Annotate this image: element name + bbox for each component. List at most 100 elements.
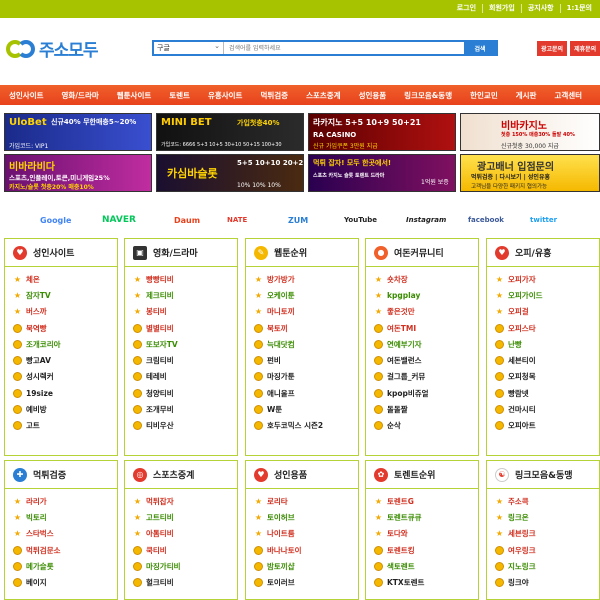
banner-ad[interactable]: UloBet 신규40% 무한매충5~20% 가입코드: VIP1 [4, 113, 152, 151]
signup-link[interactable]: 회원가입 [482, 4, 521, 13]
portal-naver[interactable]: NAVER [102, 215, 136, 225]
list-item[interactable]: ★ 스타벅스 [13, 526, 117, 542]
list-item[interactable]: 북역빵 [13, 320, 117, 336]
list-item[interactable]: 또보자TV [133, 336, 237, 352]
list-item[interactable]: ★ 잠자TV [13, 287, 117, 303]
nav-item-movie-drama[interactable]: 영화/드라마 [62, 90, 99, 101]
list-item[interactable]: W툰 [254, 401, 358, 417]
list-item[interactable]: 헐크티비 [133, 574, 237, 590]
list-item[interactable]: 여돈밸런스 [374, 352, 478, 368]
list-item[interactable]: ★ 토렌트G [374, 493, 478, 509]
portal-google[interactable]: Google [40, 216, 71, 225]
card-header[interactable]: ◎ 스포츠중계 [125, 461, 237, 489]
list-item[interactable]: 지노링크 [495, 558, 599, 574]
list-item[interactable]: KTX토렌트 [374, 574, 478, 590]
banner-ad[interactable]: 비바카지노 첫충 150% 매충30% 돌발 40% 신규첫충 30,000 지… [460, 113, 600, 151]
card-header[interactable]: ✚ 먹튀검증 [5, 461, 117, 489]
list-item[interactable]: 쿡티비 [133, 542, 237, 558]
nav-item-nightlife[interactable]: 유흥사이트 [208, 90, 243, 101]
site-logo[interactable]: 주소모두 [6, 36, 99, 61]
search-input[interactable] [224, 42, 464, 54]
list-item[interactable]: 마징가티비 [133, 558, 237, 574]
list-item[interactable]: 예비방 [13, 401, 117, 417]
search-engine-select[interactable]: 구글 ⌄ [154, 42, 224, 54]
banner-ad[interactable]: 카심바슬롯 5+5 10+10 20+20 10% 10% 10% [156, 154, 304, 192]
partner-inquiry-button[interactable]: 제휴문의 [570, 41, 600, 56]
list-item[interactable]: 조개코리아 [13, 336, 117, 352]
list-item[interactable]: 색토렌트 [374, 558, 478, 574]
card-header[interactable]: ✎ 웹툰순위 [246, 239, 358, 267]
list-item[interactable]: 19size [13, 385, 117, 401]
portal-daum[interactable]: Daum [174, 216, 200, 225]
nav-item-adult-goods[interactable]: 성인용품 [359, 90, 387, 101]
inquiry-link[interactable]: 1:1문의 [559, 4, 598, 13]
list-item[interactable]: 연예부기자 [374, 336, 478, 352]
list-item[interactable]: ★ 제크티비 [133, 287, 237, 303]
list-item[interactable]: ★ 버스까 [13, 304, 117, 320]
banner-ad[interactable]: MINI BET 가입첫충40% 가입코드: 6666 5+3 10+5 30+… [156, 113, 304, 151]
list-item[interactable]: 밤토끼샵 [254, 558, 358, 574]
list-item[interactable]: ★ 방가방가 [254, 271, 358, 287]
nav-item-torrent[interactable]: 토렌트 [169, 90, 190, 101]
list-item[interactable]: ★ 토다와 [374, 526, 478, 542]
list-item[interactable]: ★ 고트티비 [133, 509, 237, 525]
list-item[interactable]: 베이지 [13, 574, 117, 590]
list-item[interactable]: kpop비쥬얼 [374, 385, 478, 401]
banner-ad[interactable]: 라카지노 5+5 10+9 50+21 RA CASINO 신규 가입쿠폰 3만… [308, 113, 456, 151]
list-item[interactable]: 오피스타 [495, 320, 599, 336]
list-item[interactable]: 먹튀검문소 [13, 542, 117, 558]
list-item[interactable]: 청양티비 [133, 385, 237, 401]
nav-item-verification[interactable]: 먹튀검증 [260, 90, 288, 101]
list-item[interactable]: ★ 주소콕 [495, 493, 599, 509]
list-item[interactable]: ★ 체온 [13, 271, 117, 287]
list-item[interactable]: ★ 오케이툰 [254, 287, 358, 303]
list-item[interactable]: 걸그룹_커뮤 [374, 369, 478, 385]
list-item[interactable]: 북토끼 [254, 320, 358, 336]
list-item[interactable]: 오피아트 [495, 418, 599, 434]
portal-twitter[interactable]: twitter [530, 216, 557, 224]
nav-item-support[interactable]: 고객센터 [554, 90, 582, 101]
list-item[interactable]: 호두코믹스 시즌2 [254, 418, 358, 434]
list-item[interactable]: 빵람넷 [495, 385, 599, 401]
list-item[interactable]: ★ 오피걸 [495, 304, 599, 320]
list-item[interactable]: 애니울프 [254, 385, 358, 401]
list-item[interactable]: 메가슬롯 [13, 558, 117, 574]
list-item[interactable]: 토이러브 [254, 574, 358, 590]
list-item[interactable]: ★ 빵빵티비 [133, 271, 237, 287]
list-item[interactable]: 크림티비 [133, 352, 237, 368]
card-header[interactable]: ● 여돈커뮤니티 [366, 239, 478, 267]
search-button[interactable]: 검색 [464, 42, 496, 54]
list-item[interactable]: 티비우산 [133, 418, 237, 434]
list-item[interactable]: 고트 [13, 418, 117, 434]
list-item[interactable]: 마징가툰 [254, 369, 358, 385]
card-header[interactable]: ♥ 성인용품 [246, 461, 358, 489]
card-header[interactable]: ✿ 토렌트순위 [366, 461, 478, 489]
list-item[interactable]: ★ 토렌트큐큐 [374, 509, 478, 525]
list-item[interactable]: 건마시티 [495, 401, 599, 417]
list-item[interactable]: 성시렉커 [13, 369, 117, 385]
list-item[interactable]: ★ 오피가이드 [495, 287, 599, 303]
list-item[interactable]: ★ 먹튀잡자 [133, 493, 237, 509]
list-item[interactable]: 빵고AV [13, 352, 117, 368]
portal-nate[interactable]: NATE [227, 216, 247, 224]
nav-item-board[interactable]: 게시판 [516, 90, 537, 101]
nav-item-webtoon[interactable]: 웹툰사이트 [117, 90, 152, 101]
nav-item-links[interactable]: 링크모음&동맹 [404, 90, 452, 101]
list-item[interactable]: 세븐티이 [495, 352, 599, 368]
list-item[interactable]: 여돈TMI [374, 320, 478, 336]
list-item[interactable]: ★ kpgplay [374, 287, 478, 303]
nav-item-adult-sites[interactable]: 성인사이트 [9, 90, 44, 101]
list-item[interactable]: 토렌트킹 [374, 542, 478, 558]
nav-item-koreans-abroad[interactable]: 한인교민 [470, 90, 498, 101]
list-item[interactable]: ★ 좋은것만 [374, 304, 478, 320]
list-item[interactable]: 오피청목 [495, 369, 599, 385]
card-header[interactable]: ▣ 영화/드라마 [125, 239, 237, 267]
list-item[interactable]: 순삭 [374, 418, 478, 434]
list-item[interactable]: 테레비 [133, 369, 237, 385]
list-item[interactable]: ★ 토이허브 [254, 509, 358, 525]
list-item[interactable]: 돌돌짤 [374, 401, 478, 417]
list-item[interactable]: ★ 오피가자 [495, 271, 599, 287]
login-link[interactable]: 로그인 [451, 4, 482, 13]
list-item[interactable]: 바나나토이 [254, 542, 358, 558]
list-item[interactable]: 펀비 [254, 352, 358, 368]
